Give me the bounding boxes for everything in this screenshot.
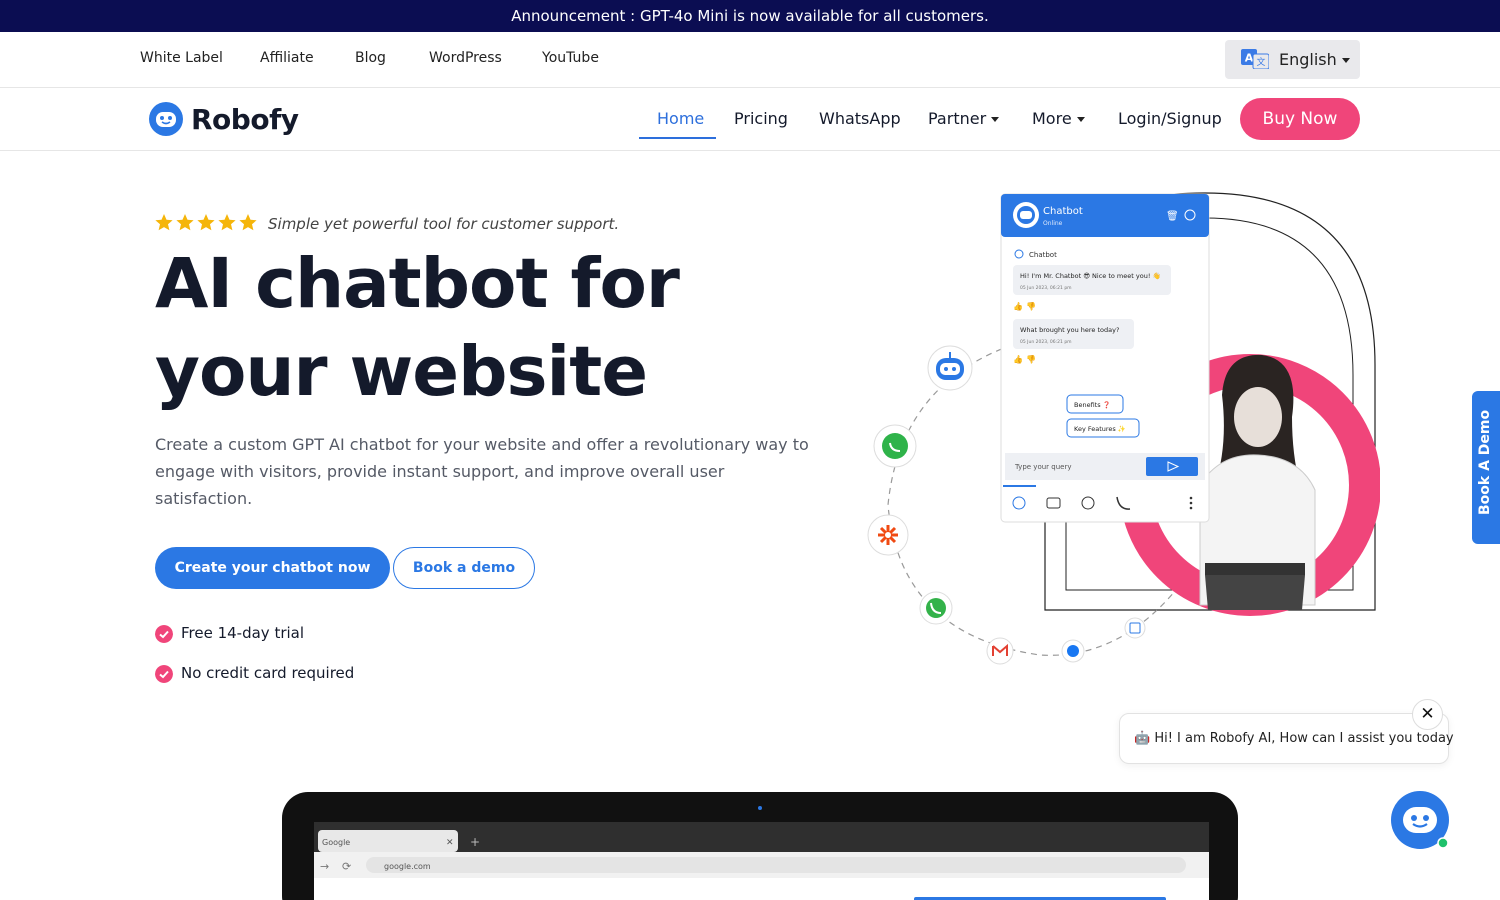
chat-greeting-text: 🤖 Hi! I am Robofy AI, How can I assist y… xyxy=(1134,731,1454,746)
chat-widget-status: Online xyxy=(1043,220,1063,227)
svg-text:+: + xyxy=(470,835,480,849)
language-selector[interactable]: A 文 English xyxy=(1225,40,1360,79)
trash-icon: 🗑 xyxy=(1166,210,1179,222)
link-affiliate[interactable]: Affiliate xyxy=(260,50,314,66)
svg-text:⟳: ⟳ xyxy=(342,860,351,873)
nav-whatsapp[interactable]: WhatsApp xyxy=(819,109,901,128)
chevron-down-icon xyxy=(991,117,1000,122)
chat-msg-2: What brought you here today? xyxy=(1020,326,1119,334)
robot-logo-icon xyxy=(149,102,183,136)
svg-text:A: A xyxy=(1245,52,1254,65)
nav-home[interactable]: Home xyxy=(657,109,704,128)
language-label: English xyxy=(1279,50,1350,69)
hero-heading: AI chatbot for your website xyxy=(155,240,680,416)
svg-text:文: 文 xyxy=(1256,56,1265,68)
announcement-text: Announcement : GPT-4o Mini is now availa… xyxy=(511,7,989,25)
browser-url: google.com xyxy=(384,862,431,871)
link-white-label[interactable]: White Label xyxy=(140,50,223,66)
link-blog[interactable]: Blog xyxy=(355,50,386,66)
brand-name: Robofy xyxy=(191,103,299,136)
hero-description: Create a custom GPT AI chatbot for your … xyxy=(155,435,809,508)
gmail-icon xyxy=(986,637,1014,665)
svg-text:👎: 👎 xyxy=(1026,355,1036,364)
chevron-down-icon xyxy=(1076,117,1085,122)
chat-option-benefits: Benefits ❓ xyxy=(1074,401,1111,409)
chat-sender: Chatbot xyxy=(1029,251,1057,259)
bot-avatar-icon xyxy=(927,345,973,391)
calendar-icon xyxy=(1124,617,1146,639)
translate-icon: A 文 xyxy=(1241,49,1269,69)
book-demo-side-tab[interactable]: Book A Demo xyxy=(1472,391,1500,544)
main-navbar: Robofy Home Pricing WhatsApp Partner Mor… xyxy=(0,88,1500,151)
nav-more[interactable]: More xyxy=(1032,109,1085,128)
online-indicator xyxy=(1437,837,1449,849)
utility-bar: White Label Affiliate Blog WordPress You… xyxy=(0,32,1500,88)
star-icon xyxy=(197,214,215,231)
svg-text:→: → xyxy=(320,860,329,873)
hero-heading-line-1: AI chatbot for xyxy=(155,244,680,324)
chat-option-features: Key Features ✨ xyxy=(1074,425,1126,433)
nav-partner[interactable]: Partner xyxy=(928,109,1000,128)
svg-text:👍: 👍 xyxy=(1013,354,1023,364)
chat-msg-1: Hi! I'm Mr. Chatbot 😎 Nice to meet you! … xyxy=(1020,272,1161,280)
check-circle-icon xyxy=(155,665,173,683)
hero-heading-line-2: your website xyxy=(155,332,648,412)
nav-active-indicator xyxy=(639,137,716,139)
hero-tagline: Simple yet powerful tool for customer su… xyxy=(268,215,620,233)
link-wordpress[interactable]: WordPress xyxy=(429,50,502,66)
book-demo-button[interactable]: Book a demo xyxy=(393,547,535,589)
star-icon xyxy=(239,214,257,231)
link-youtube[interactable]: YouTube xyxy=(542,50,599,66)
zapier-icon xyxy=(867,514,909,556)
star-icon xyxy=(176,214,194,231)
book-demo-side-label: Book A Demo xyxy=(1477,409,1493,515)
announcement-bar: Announcement : GPT-4o Mini is now availa… xyxy=(0,0,1500,32)
chat-widget-title: Chatbot xyxy=(1043,206,1083,217)
buy-now-button[interactable]: Buy Now xyxy=(1240,98,1360,140)
nav-pricing[interactable]: Pricing xyxy=(734,109,788,128)
messenger-icon xyxy=(1061,639,1085,663)
chat-launcher-button[interactable] xyxy=(1390,790,1450,850)
rating-stars xyxy=(155,214,257,231)
svg-text:👎: 👎 xyxy=(1026,302,1036,311)
hero-illustration: Chatbot Online 🗑 Chatbot Hi! I'm Mr. Cha… xyxy=(867,192,1380,665)
laptop-browser-mockup: Google ✕ + → ⟳ google.com xyxy=(282,792,1238,900)
chat-msg-2-time: 05 Jun 2023, 06:21 pm xyxy=(1020,339,1072,345)
chevron-down-icon xyxy=(1341,58,1350,63)
svg-text:👍: 👍 xyxy=(1013,301,1023,311)
nav-login-signup[interactable]: Login/Signup xyxy=(1118,109,1222,128)
whatsapp-icon xyxy=(873,424,917,468)
chat-greeting-popup[interactable]: 🤖 Hi! I am Robofy AI, How can I assist y… xyxy=(1119,713,1454,764)
star-icon xyxy=(218,214,236,231)
chat-msg-1-time: 05 Jun 2023, 06:21 pm xyxy=(1020,285,1072,291)
check-circle-icon xyxy=(155,625,173,643)
feature-free-trial: Free 14-day trial xyxy=(181,624,305,642)
close-icon[interactable]: ✕ xyxy=(1412,699,1443,730)
chat-widget-mockup: Chatbot Online 🗑 Chatbot Hi! I'm Mr. Cha… xyxy=(1000,193,1210,523)
phone-icon xyxy=(919,591,953,625)
feature-no-credit-card: No credit card required xyxy=(181,664,355,682)
browser-tab-title: Google xyxy=(322,838,350,847)
chat-input-placeholder: Type your query xyxy=(1014,463,1071,471)
star-icon xyxy=(155,214,173,231)
svg-text:✕: ✕ xyxy=(446,838,454,848)
create-chatbot-button[interactable]: Create your chatbot now xyxy=(155,547,390,589)
